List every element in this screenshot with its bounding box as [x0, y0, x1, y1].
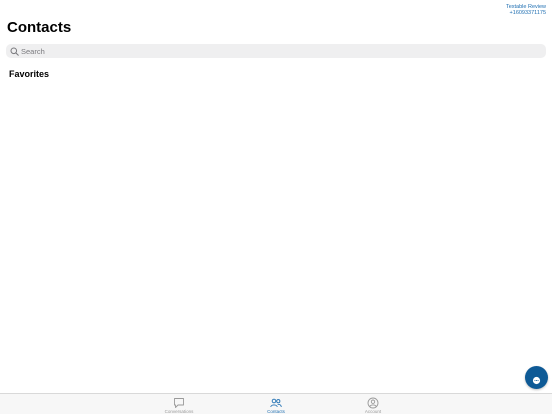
chat-bubble-icon	[532, 373, 541, 385]
user-circle-icon	[367, 396, 379, 409]
account-info[interactable]: Textable Review +16093371175	[506, 4, 546, 16]
speech-bubble-icon	[173, 396, 185, 408]
tab-bar: Conversations Contacts Account	[0, 393, 552, 414]
search-input[interactable]	[19, 45, 521, 57]
tab-label-contacts: Contacts	[267, 409, 285, 414]
page-title: Contacts	[7, 19, 72, 36]
people-icon	[270, 396, 282, 408]
contacts-screen: Textable Review +16093371175 Contacts Fa…	[0, 0, 552, 414]
new-message-button[interactable]	[525, 366, 548, 389]
favorites-heading: Favorites	[9, 69, 50, 79]
tab-contacts[interactable]: Contacts	[246, 395, 306, 414]
tab-account[interactable]: Account	[343, 395, 403, 414]
account-phone: +16093371175	[509, 10, 546, 16]
search-icon	[10, 46, 19, 56]
search-bar[interactable]	[6, 44, 546, 58]
tab-conversations[interactable]: Conversations	[149, 395, 209, 414]
tab-label-conversations: Conversations	[164, 409, 194, 414]
tab-label-account: Account	[364, 409, 382, 414]
